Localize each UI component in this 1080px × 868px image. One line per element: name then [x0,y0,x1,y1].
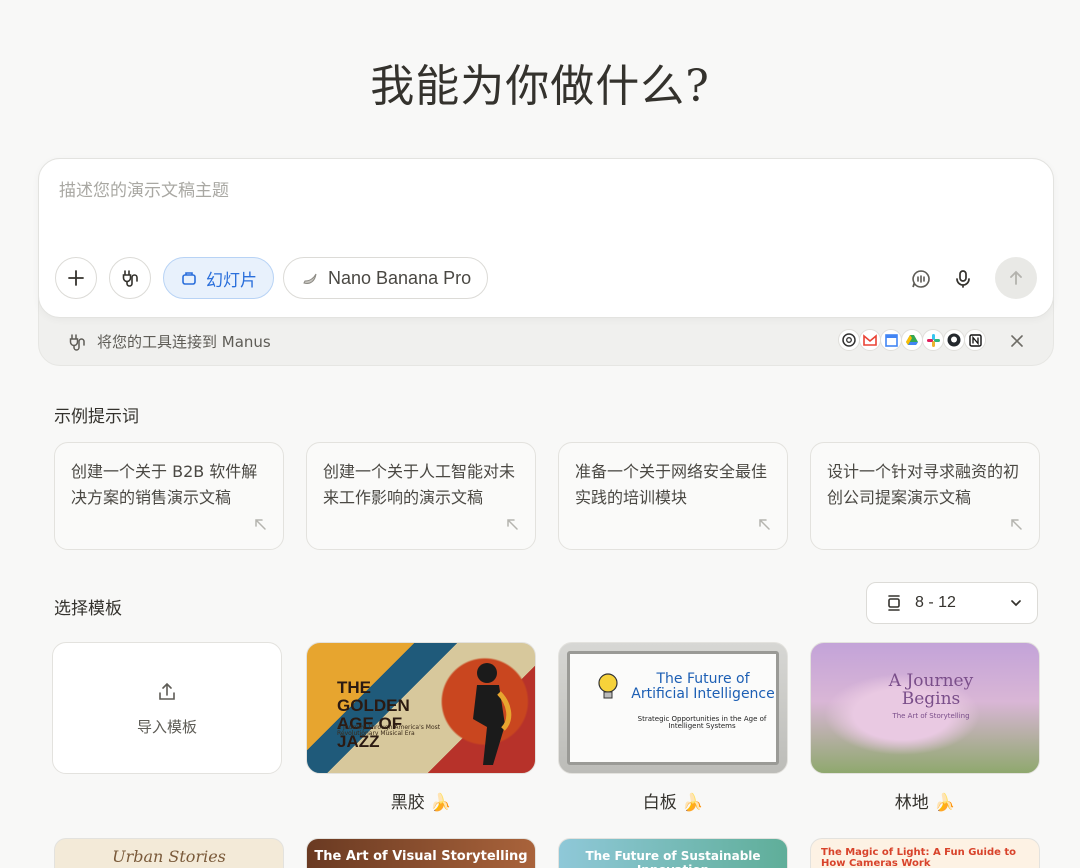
composer-container: 幻灯片 Nano Banana Pro 将您的工具连接到 Manus [38,158,1054,366]
mode-slides-button[interactable]: 幻灯片 [163,257,274,299]
template-label-whiteboard: 白板 🍌 [642,793,704,813]
connectors-button[interactable] [109,257,151,299]
prompt-text: 创建一个关于 B2B 软件解决方案的销售演示文稿 [71,462,258,507]
model-selector-button[interactable]: Nano Banana Pro [283,257,489,299]
thumb-title: THE GOLDEN AGE OF JAZZ [337,678,410,751]
composer-box: 幻灯片 Nano Banana Pro [38,158,1054,318]
saxophone-player-icon [473,663,512,765]
thumb-subtitle: The Art of Storytelling [892,712,970,720]
thumb-title: The Art of Visual Storytelling [314,849,528,864]
calendar-icon [880,329,902,351]
banana-icon [303,273,317,284]
send-button[interactable] [995,257,1037,299]
thumb-title: Urban Stories [112,847,226,866]
template-card-woodland[interactable]: A Journey Begins The Art of Storytelling [810,642,1040,774]
plus-icon [68,270,84,286]
prompt-card-4[interactable]: 设计一个针对寻求融资的初创公司提案演示文稿 [810,442,1040,550]
plug-icon [122,270,138,287]
upload-icon [159,682,175,700]
chrome-icon [838,329,860,351]
github-icon [943,329,965,351]
gmail-icon [859,329,881,351]
prompt-card-1[interactable]: 创建一个关于 B2B 软件解决方案的销售演示文稿 [54,442,284,550]
close-icon [1011,335,1023,347]
import-template-button[interactable]: 导入模板 [52,642,282,774]
mode-label: 幻灯片 [206,270,257,291]
template-card-whiteboard[interactable]: The Future of Artificial Intelligence St… [558,642,788,774]
tool-icons[interactable] [838,329,986,351]
slides-icon [182,272,196,285]
template-card-storytelling[interactable]: The Art of Visual Storytelling [306,838,536,868]
plug-icon [69,333,85,351]
microphone-button[interactable] [947,263,979,295]
arrow-up-left-icon [1011,519,1022,530]
template-card-light[interactable]: The Magic of Light: A Fun Guide to How C… [810,838,1040,868]
model-label: Nano Banana Pro [328,267,472,288]
prompt-card-3[interactable]: 准备一个关于网络安全最佳实践的培训模块 [558,442,788,550]
prompt-text: 创建一个关于人工智能对未来工作影响的演示文稿 [323,462,516,507]
slide-count-select[interactable]: 8 - 12 [866,582,1038,624]
template-card-vinyl[interactable]: THE GOLDEN AGE OF JAZZ A Journey Through… [306,642,536,774]
drive-icon [901,329,923,351]
whiteboard-surface: The Future of Artificial Intelligence St… [567,651,779,765]
template-label-vinyl: 黑胶 🍌 [390,793,452,813]
template-card-urban[interactable]: Urban Stories [54,838,284,868]
thumb-title: The Future of Artificial Intelligence [631,671,775,702]
thumb-title: The Magic of Light: A Fun Guide to How C… [821,847,1017,868]
connect-tools-link[interactable]: 将您的工具连接到 Manus [67,331,271,352]
slack-icon [922,329,944,351]
example-prompts-heading: 示例提示词 [54,407,139,427]
import-label: 导入模板 [136,717,197,736]
chevron-down-icon [1011,600,1021,607]
thumb-subtitle: A Journey Through America's Most Revolut… [337,724,441,738]
thumb-title: A Journey Begins [888,671,974,709]
add-button[interactable] [55,257,97,299]
topic-input[interactable] [59,181,959,201]
prompt-text: 准备一个关于网络安全最佳实践的培训模块 [575,462,768,507]
templates-heading: 选择模板 [54,599,122,619]
prompt-text: 设计一个针对寻求融资的初创公司提案演示文稿 [827,462,1020,507]
template-card-sustainable[interactable]: The Future of Sustainable Innovation [558,838,788,868]
arrow-up-left-icon [759,519,770,530]
slide-count-icon [888,595,900,611]
voice-chat-button[interactable] [905,263,937,295]
thumb-title: The Future of Sustainable Innovation [585,849,761,868]
slide-count-value: 8 - 12 [915,594,956,611]
template-label-woodland: 林地 🍌 [894,793,956,813]
arrow-up-icon [1010,270,1022,285]
thumb-subtitle: Strategic Opportunities in the Age of In… [637,715,767,731]
arrow-up-left-icon [255,519,266,530]
prompt-card-2[interactable]: 创建一个关于人工智能对未来工作影响的演示文稿 [306,442,536,550]
connect-text: 将您的工具连接到 Manus [97,333,271,351]
lightbulb-icon [598,673,618,699]
page-title: 我能为你做什么? [370,61,710,112]
dismiss-connect-button[interactable] [1005,329,1029,353]
voice-chat-icon [912,270,930,288]
arrow-up-left-icon [507,519,518,530]
notion-icon [964,329,986,351]
microphone-icon [956,270,970,288]
